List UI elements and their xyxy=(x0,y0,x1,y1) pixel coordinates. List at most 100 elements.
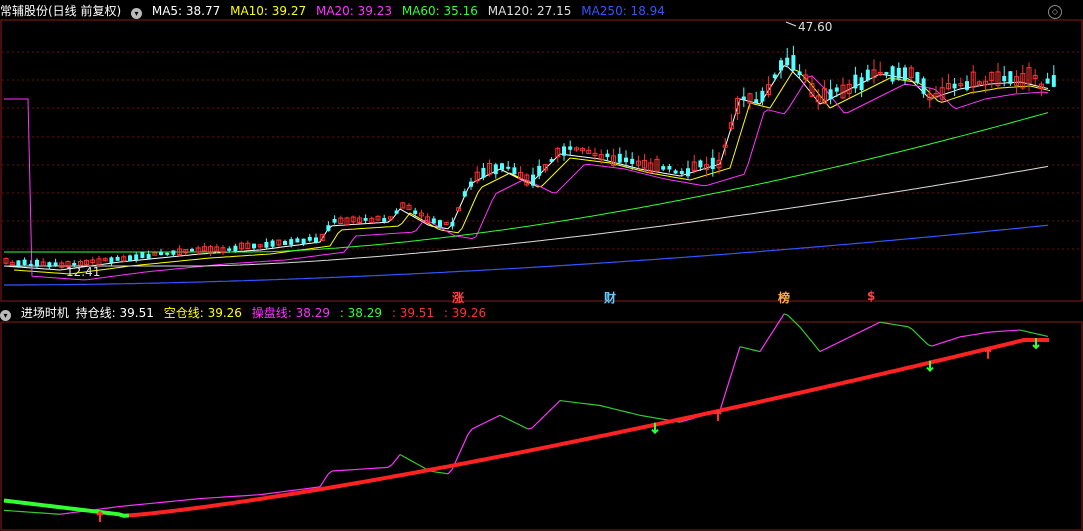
trade-line-segment xyxy=(959,335,965,338)
trade-line-segment xyxy=(983,331,989,334)
trade-line-segment xyxy=(115,505,121,508)
candle-body xyxy=(28,263,33,267)
candle-body xyxy=(159,251,163,256)
candle-body xyxy=(165,252,170,255)
trade-line-segment xyxy=(643,415,649,418)
trade-line-segment xyxy=(431,470,437,473)
candle-body xyxy=(630,158,635,165)
indicator-header: ▾ 进场时机 持仓线: 39.51 空仓线: 39.26 操盘线: 38.29 … xyxy=(0,303,492,323)
hold-line-label: 持仓线: 39.51 xyxy=(75,306,154,320)
candle-body xyxy=(252,243,256,249)
candle-body xyxy=(903,67,907,81)
candle-body xyxy=(413,210,418,215)
candle-body xyxy=(772,74,777,79)
trade-line-segment xyxy=(899,324,905,327)
ma10-label: MA10: 39.27 xyxy=(230,4,307,18)
trade-line-segment xyxy=(271,491,277,494)
candle-body xyxy=(679,171,684,174)
trade-line-segment xyxy=(979,332,985,335)
candle-body xyxy=(531,174,535,186)
candle-body xyxy=(264,241,269,248)
candle-body xyxy=(1051,75,1056,87)
candle-body xyxy=(797,71,802,76)
candle-body xyxy=(431,218,436,224)
trade-line-segment xyxy=(891,323,897,326)
trade-line-segment xyxy=(879,321,885,324)
settings-icon[interactable]: ▾ xyxy=(131,8,143,19)
candle-body xyxy=(438,220,442,227)
trade-line-segment xyxy=(263,493,269,495)
trade-line-segment xyxy=(111,506,117,509)
candle-body xyxy=(710,157,715,170)
candle-body xyxy=(171,250,176,255)
candle-body xyxy=(16,260,21,267)
candle-body xyxy=(382,218,387,222)
candle-body xyxy=(568,146,573,150)
candle-body xyxy=(605,153,610,157)
trade-line-segment xyxy=(103,507,109,510)
candle-body xyxy=(921,78,926,94)
candle-body xyxy=(283,240,287,245)
trade-line-segment xyxy=(315,486,321,488)
trade-line-segment xyxy=(303,487,309,490)
candle-body xyxy=(35,259,39,267)
trade-line-segment xyxy=(903,325,909,328)
candle-body xyxy=(1008,71,1013,84)
candle-body xyxy=(686,168,690,177)
candle-body xyxy=(537,165,542,176)
candle-body xyxy=(22,259,27,265)
candle-body xyxy=(859,77,864,91)
candle-body xyxy=(890,66,895,82)
trade-line-segment xyxy=(435,471,441,474)
low-price-label: 12.41 xyxy=(66,265,101,279)
candle-body xyxy=(314,237,318,243)
candle-body xyxy=(128,255,132,262)
empty-line-label: 空仓线: 39.26 xyxy=(163,306,242,320)
trade-line-segment xyxy=(647,416,653,418)
trade-line-segment xyxy=(295,488,301,491)
trade-line-segment xyxy=(95,508,101,511)
candle-body xyxy=(462,191,467,197)
trade-line-segment xyxy=(67,512,73,514)
candle-body xyxy=(115,256,120,261)
candle-body xyxy=(227,248,232,251)
candle-body xyxy=(512,167,517,175)
ma120-label: MA120: 27.15 xyxy=(487,4,572,18)
indicator-title: 进场时机 xyxy=(20,306,69,320)
trade-line-segment xyxy=(883,322,889,325)
trade-line-segment xyxy=(59,513,65,515)
candle-body xyxy=(884,72,889,75)
candle-body xyxy=(493,164,498,175)
candle-body xyxy=(363,218,368,221)
trade-line-segment xyxy=(651,416,657,419)
candle-body xyxy=(140,251,145,259)
trade-line-segment xyxy=(967,334,973,337)
candle-body xyxy=(1002,75,1007,82)
candle-body xyxy=(289,239,294,245)
candle-body xyxy=(754,99,759,104)
candle-body xyxy=(109,257,114,263)
candle-body xyxy=(500,163,504,170)
candle-body xyxy=(779,60,783,71)
chart-canvas xyxy=(0,0,1083,531)
candle-body xyxy=(295,238,300,243)
trade-line-segment xyxy=(307,487,313,490)
trade-line-segment xyxy=(267,492,273,495)
candle-body xyxy=(915,72,920,83)
event-marker-cai[interactable]: 财 xyxy=(604,289,616,306)
expand-icon[interactable]: ◇ xyxy=(1048,5,1062,19)
event-marker-dollar[interactable]: $ xyxy=(867,289,875,303)
trade-line-segment xyxy=(439,472,445,474)
indicator-settings-icon[interactable]: ▾ xyxy=(0,310,11,321)
candle-body xyxy=(791,55,796,71)
candle-body xyxy=(667,166,672,170)
green-value-label: : 38.29 xyxy=(339,306,383,320)
price-header: 常辅股份(日线 前复权) ▾ MA5: 38.77 MA10: 39.27 MA… xyxy=(0,1,671,21)
trade-line-segment xyxy=(99,507,105,510)
candle-body xyxy=(469,181,473,187)
candle-body xyxy=(760,90,765,102)
candle-body xyxy=(965,81,969,90)
candle-body xyxy=(332,219,337,223)
event-marker-bang[interactable]: 榜 xyxy=(778,289,790,306)
ma5-label: MA5: 38.77 xyxy=(151,4,221,18)
